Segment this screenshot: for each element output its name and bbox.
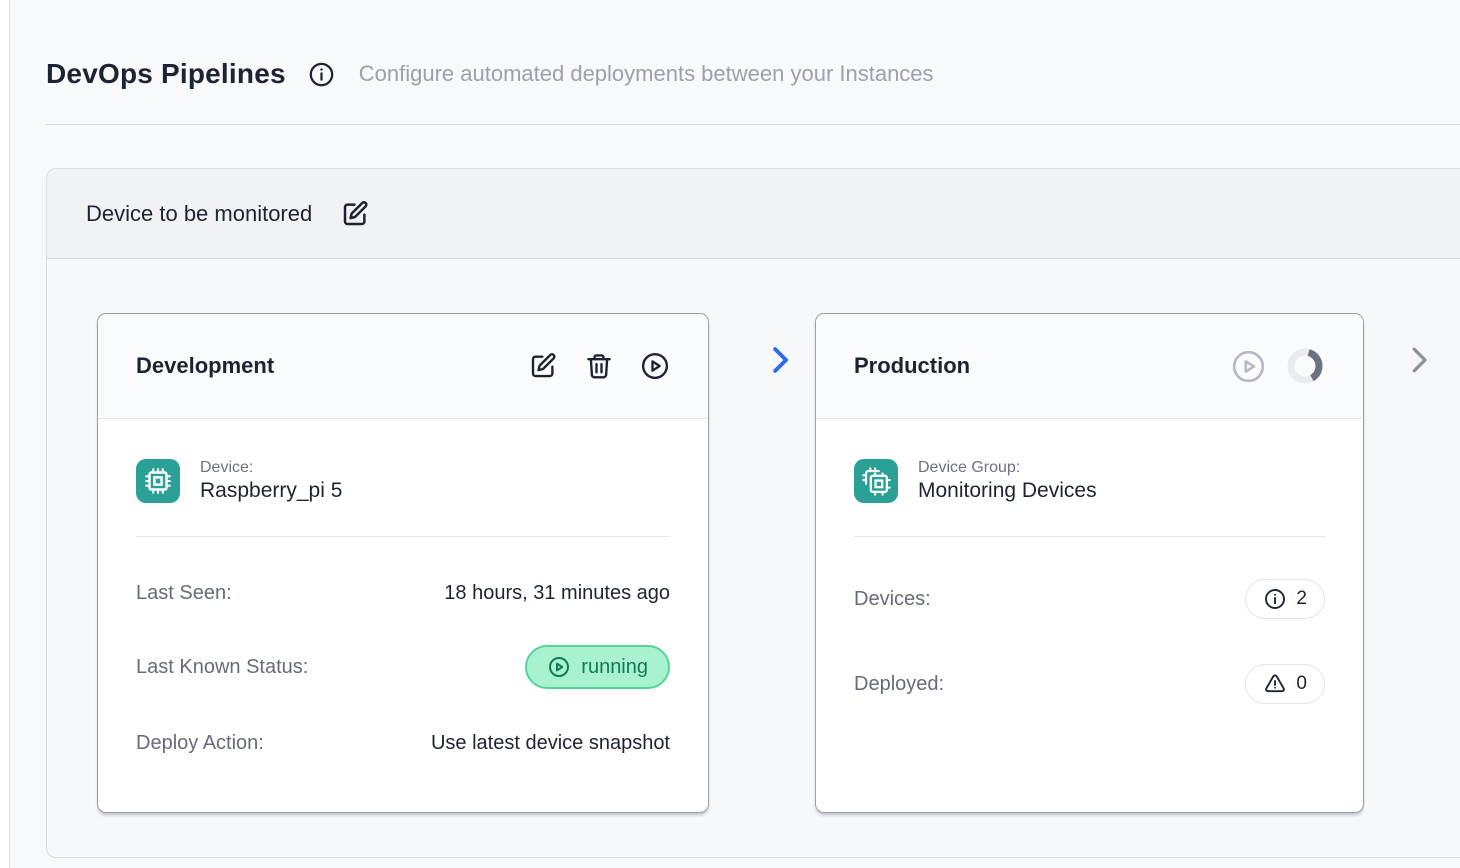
device-group-name: Monitoring Devices [918,479,1097,503]
device-group-row: Device Group: Monitoring Devices [854,459,1325,503]
play-circle-icon [547,655,571,679]
edit-icon[interactable] [340,199,370,229]
chevron-right-icon[interactable] [1403,343,1435,377]
play-circle-icon[interactable] [640,351,670,381]
info-icon [1263,587,1287,611]
devices-label: Devices: [854,588,931,611]
production-title: Production [854,353,970,379]
loading-spinner-icon [1285,346,1325,386]
device-group-label: Device Group: [918,459,1097,477]
deployed-count-pill[interactable]: 0 [1245,664,1325,704]
page-header: DevOps Pipelines Configure automated dep… [46,58,934,90]
info-icon[interactable] [308,61,335,88]
page-title: DevOps Pipelines [46,58,286,90]
development-card-body: Device: Raspberry_pi 5 Last Seen: 18 hou… [98,419,708,755]
development-card: Development [97,313,709,813]
development-actions [528,351,670,381]
card-divider [854,536,1325,537]
last-seen-label: Last Seen: [136,582,232,605]
pipeline-panel-header: Device to be monitored [47,169,1460,259]
deployed-label: Deployed: [854,673,944,696]
status-label: Last Known Status: [136,656,308,679]
play-circle-disabled-icon[interactable] [1230,348,1267,385]
development-card-header: Development [98,314,708,419]
deploy-action-label: Deploy Action: [136,732,264,755]
cpu-chip-stack-icon [854,459,898,503]
device-label: Device: [200,459,342,477]
production-card: Production [815,313,1364,813]
production-card-header: Production [816,314,1363,419]
status-row: Last Known Status: running [136,645,670,689]
deployed-count: 0 [1296,673,1307,695]
production-actions [1230,346,1325,386]
last-seen-row: Last Seen: 18 hours, 31 minutes ago [136,582,670,605]
devices-row: Devices: 2 [854,579,1325,619]
pipeline-panel: Device to be monitored Development [46,168,1460,858]
last-seen-value: 18 hours, 31 minutes ago [444,582,670,605]
development-title: Development [136,353,274,379]
status-badge: running [525,645,670,689]
deploy-action-row: Deploy Action: Use latest device snapsho… [136,732,670,755]
trash-icon[interactable] [584,351,614,381]
pipeline-panel-body: Development [47,259,1460,858]
device-name: Raspberry_pi 5 [200,479,342,503]
panel-title: Device to be monitored [86,201,312,227]
production-card-body: Device Group: Monitoring Devices Devices… [816,419,1363,704]
status-badge-label: running [581,656,648,679]
header-divider [46,124,1460,125]
device-meta: Device: Raspberry_pi 5 [200,459,342,503]
device-row: Device: Raspberry_pi 5 [136,459,670,503]
warning-triangle-icon [1263,672,1287,696]
devices-count-pill[interactable]: 2 [1245,579,1325,619]
cpu-chip-icon [136,459,180,503]
devices-count: 2 [1296,588,1307,610]
chevron-right-icon [765,343,795,377]
card-divider [136,536,670,537]
deploy-action-value: Use latest device snapshot [431,732,670,755]
edit-icon[interactable] [528,351,558,381]
page-subtitle: Configure automated deployments between … [359,61,934,87]
deployed-row: Deployed: 0 [854,664,1325,704]
device-group-meta: Device Group: Monitoring Devices [918,459,1097,503]
page-background: DevOps Pipelines Configure automated dep… [9,0,1460,868]
